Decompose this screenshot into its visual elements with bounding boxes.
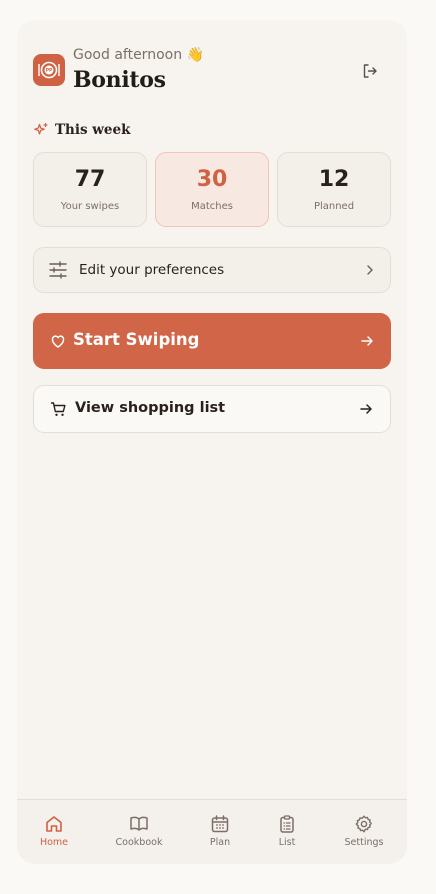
view-shopping-list-button[interactable]: View shopping list: [33, 385, 391, 433]
gear-icon: [355, 815, 372, 833]
greeting-text: Good afternoon 👋: [73, 47, 204, 63]
chevron-right-icon: [367, 265, 373, 275]
app-logo: PP: [33, 54, 65, 86]
this-week-heading: This week: [33, 121, 130, 139]
section-title: This week: [55, 122, 131, 138]
book-icon: [130, 816, 148, 831]
clipboard-icon: [280, 815, 294, 833]
nav-cookbook[interactable]: Cookbook: [104, 814, 174, 848]
stat-value: 77: [74, 167, 106, 192]
stats-row: 77 Your swipes 30 Matches 12 Planned: [33, 152, 391, 227]
stat-planned: 12 Planned: [277, 152, 391, 227]
view-shopping-list-label: View shopping list: [75, 400, 226, 416]
edit-preferences-label: Edit your preferences: [79, 262, 225, 278]
edit-preferences-button[interactable]: Edit your preferences: [33, 247, 391, 293]
nav-label: Home: [39, 837, 69, 848]
stat-label: Matches: [191, 201, 233, 212]
stat-label: Planned: [313, 201, 355, 212]
start-swiping-button[interactable]: Start Swiping: [33, 313, 391, 369]
nav-list[interactable]: List: [252, 814, 322, 848]
stat-swipes: 77 Your swipes: [33, 152, 147, 227]
nav-home[interactable]: Home: [19, 814, 89, 848]
brand-name: Bonitos: [73, 67, 166, 93]
bottom-nav: Home Cookbook Plan List Settings: [17, 799, 407, 864]
stat-value: 12: [318, 167, 350, 192]
logo-text: PP: [46, 68, 53, 74]
arrow-right-icon: [361, 336, 373, 346]
nav-label: Settings: [344, 837, 384, 848]
sparkles-icon: [34, 122, 48, 135]
nav-label: Cookbook: [115, 837, 163, 848]
header: PP Good afternoon 👋 Bonitos: [33, 47, 391, 94]
nav-settings[interactable]: Settings: [329, 814, 399, 848]
plate-icon: PP: [38, 61, 60, 79]
cart-icon: [50, 402, 66, 416]
calendar-icon: [211, 815, 229, 833]
start-swiping-label: Start Swiping: [73, 330, 200, 349]
nav-label: List: [278, 837, 296, 848]
nav-plan[interactable]: Plan: [185, 814, 255, 848]
app-screen: PP Good afternoon 👋 Bonitos This week 77…: [17, 20, 407, 864]
heart-icon: [51, 335, 65, 348]
stat-matches: 30 Matches: [155, 152, 269, 227]
nav-label: Plan: [209, 837, 231, 848]
logout-icon[interactable]: [361, 62, 379, 80]
stat-value: 30: [196, 167, 228, 192]
sliders-icon: [49, 261, 67, 279]
stat-label: Your swipes: [60, 201, 120, 212]
arrow-right-icon: [360, 404, 372, 414]
home-icon: [46, 816, 62, 832]
